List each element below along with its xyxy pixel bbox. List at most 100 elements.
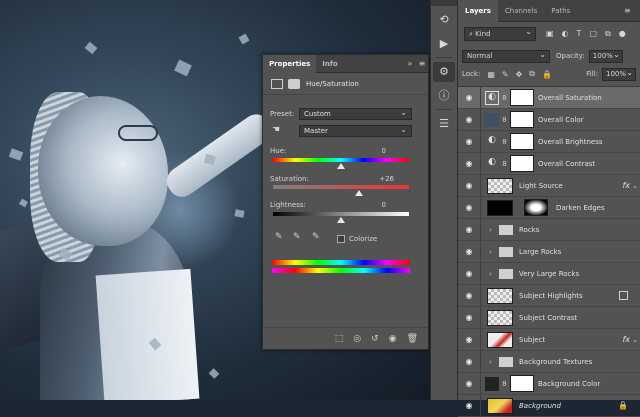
preset-dropdown[interactable]: Custom — [299, 107, 412, 120]
tab-paths[interactable]: Paths — [544, 0, 577, 22]
history-icon[interactable]: ⟲ — [433, 10, 455, 30]
eyedropper-minus-icon[interactable]: ✎ — [312, 232, 320, 242]
lock-all-icon[interactable]: 🔒 — [542, 70, 552, 79]
layer-row[interactable]: ◉ Subject fx ⌄ — [458, 328, 640, 351]
layer-row[interactable]: ◉ Subject Highlights — [458, 284, 640, 307]
blend-mode-dropdown[interactable]: Normal — [462, 49, 550, 63]
chevron-down-icon[interactable]: ⌄ — [632, 336, 638, 344]
colorize-checkbox[interactable] — [337, 235, 345, 243]
link-icon[interactable]: 8 — [501, 160, 508, 168]
adjustment-layer-icon[interactable] — [271, 78, 283, 89]
lightness-slider-thumb[interactable] — [337, 217, 345, 223]
fx-icon[interactable]: fx — [622, 335, 630, 344]
targeted-adjustment-hand-icon[interactable]: ☚ — [272, 125, 280, 135]
eye-icon[interactable]: ◉ — [458, 159, 480, 168]
eye-icon[interactable]: ◉ — [458, 291, 480, 300]
lightness-value[interactable]: 0 — [356, 201, 386, 209]
tab-layers[interactable]: Layers — [458, 0, 498, 22]
properties-icon[interactable]: ⚙ — [433, 62, 455, 82]
eye-icon[interactable]: ◉ — [458, 181, 480, 190]
saturation-slider-thumb[interactable] — [354, 190, 363, 196]
fx-icon[interactable]: fx — [622, 181, 630, 190]
clip-to-layer-icon[interactable]: ⬚ — [335, 334, 344, 344]
hue-slider-thumb[interactable] — [337, 163, 345, 169]
link-icon[interactable]: 8 — [501, 380, 508, 388]
reset-icon[interactable]: ↺ — [371, 334, 379, 344]
eye-icon[interactable]: ◉ — [458, 203, 480, 212]
eye-icon[interactable]: ◉ — [458, 313, 480, 322]
layer-thumbnail[interactable] — [487, 331, 513, 348]
lightness-slider-track[interactable] — [273, 212, 409, 216]
saturation-value[interactable]: +26 — [364, 175, 394, 183]
filter-type-icon[interactable]: T — [577, 29, 582, 39]
layer-thumbnail[interactable] — [487, 309, 513, 326]
tab-channels[interactable]: Channels — [498, 0, 544, 22]
filter-pixel-icon[interactable]: ▣ — [546, 29, 554, 39]
expand-arrow-icon[interactable]: › — [489, 270, 499, 278]
expand-arrow-icon[interactable]: › — [489, 248, 499, 256]
layer-row[interactable]: ◉ ◐ 8 Overall Saturation — [458, 86, 640, 109]
link-icon[interactable]: 8 — [501, 116, 508, 124]
expand-arrow-icon[interactable]: › — [489, 358, 499, 366]
layer-row[interactable]: ◉ Light Source fx ⌄ — [458, 174, 640, 197]
layer-row[interactable]: ◉ › Very Large Rocks — [458, 262, 640, 285]
link-icon[interactable]: 8 — [501, 94, 508, 102]
layer-row[interactable]: ◉ › Rocks — [458, 218, 640, 241]
eyedropper-plus-icon[interactable]: ✎ — [293, 232, 301, 242]
layer-row[interactable]: ◉ ◐ 8 Overall Contrast — [458, 152, 640, 175]
tab-properties[interactable]: Properties — [263, 54, 317, 73]
eyedropper-icon[interactable]: ✎ — [275, 232, 283, 242]
visibility-eye-icon[interactable]: ◉ — [389, 334, 397, 344]
eye-icon[interactable]: ◉ — [458, 357, 480, 366]
eye-icon[interactable]: ◉ — [458, 225, 480, 234]
layer-row[interactable]: ◉ Background 🔒 — [458, 394, 640, 417]
lock-paint-icon[interactable]: ✎ — [502, 70, 509, 79]
eye-icon[interactable]: ◉ — [458, 269, 480, 278]
filter-kind-dropdown[interactable]: ⌕ Kind — [464, 26, 536, 41]
layer-thumbnail[interactable] — [487, 287, 513, 304]
eye-icon[interactable]: ◉ — [458, 115, 480, 124]
lock-position-icon[interactable]: ✥ — [516, 70, 523, 79]
expand-arrow-icon[interactable]: › — [489, 226, 499, 234]
layer-mask-thumbnail[interactable] — [510, 111, 534, 128]
layer-row[interactable]: ◉ › Large Rocks — [458, 240, 640, 263]
layer-mask-thumbnail[interactable] — [510, 375, 534, 392]
filter-smart-object-icon[interactable]: ⧉ — [605, 29, 611, 39]
channel-dropdown[interactable]: Master — [299, 124, 412, 137]
panel-menu-icon[interactable]: ≡ — [416, 59, 428, 68]
eye-icon[interactable]: ◉ — [458, 93, 480, 102]
panel-menu-icon[interactable]: ≡ — [624, 6, 640, 15]
eye-icon[interactable]: ◉ — [458, 247, 480, 256]
chevron-down-icon[interactable]: ⌄ — [632, 182, 638, 190]
layer-row[interactable]: ◉ › Background Textures — [458, 350, 640, 373]
tab-info[interactable]: Info — [316, 55, 343, 73]
info-icon[interactable]: ⓘ — [433, 86, 455, 106]
mask-icon[interactable] — [288, 78, 300, 89]
hue-value[interactable]: 0 — [356, 147, 386, 155]
layer-row[interactable]: ◉ 8 Background Color — [458, 372, 640, 395]
eye-icon[interactable]: ◉ — [458, 401, 480, 410]
layer-row[interactable]: ◉ Darken Edges — [458, 196, 640, 219]
layer-row[interactable]: ◉ ◐ 8 Overall Brightness — [458, 130, 640, 153]
layer-mask-thumbnail[interactable] — [524, 199, 548, 216]
hue-slider-track[interactable] — [273, 158, 409, 162]
layer-mask-thumbnail[interactable] — [510, 155, 534, 172]
eye-icon[interactable]: ◉ — [458, 379, 480, 388]
saturation-slider-track[interactable] — [273, 185, 409, 189]
view-previous-state-icon[interactable]: ◎ — [353, 334, 361, 344]
character-styles-icon[interactable]: ☰ — [433, 114, 455, 134]
link-icon[interactable]: 8 — [501, 138, 508, 146]
collapse-icon[interactable]: » — [404, 59, 416, 68]
filter-toggle-icon[interactable]: ● — [619, 29, 626, 39]
layer-thumbnail[interactable] — [487, 177, 513, 194]
lock-transparent-icon[interactable]: ▦ — [487, 70, 495, 79]
fill-field[interactable]: 100% — [602, 67, 636, 81]
filter-adjustment-icon[interactable]: ◐ — [562, 29, 569, 39]
layer-row[interactable]: ◉ Subject Contrast — [458, 306, 640, 329]
filter-shape-icon[interactable]: ▢ — [589, 29, 597, 39]
actions-play-icon[interactable]: ▶ — [433, 34, 455, 54]
lock-artboard-icon[interactable]: ⧉ — [529, 69, 535, 79]
layer-thumbnail[interactable] — [487, 199, 513, 216]
delete-icon[interactable]: 🗑 — [407, 334, 418, 344]
eye-icon[interactable]: ◉ — [458, 137, 480, 146]
